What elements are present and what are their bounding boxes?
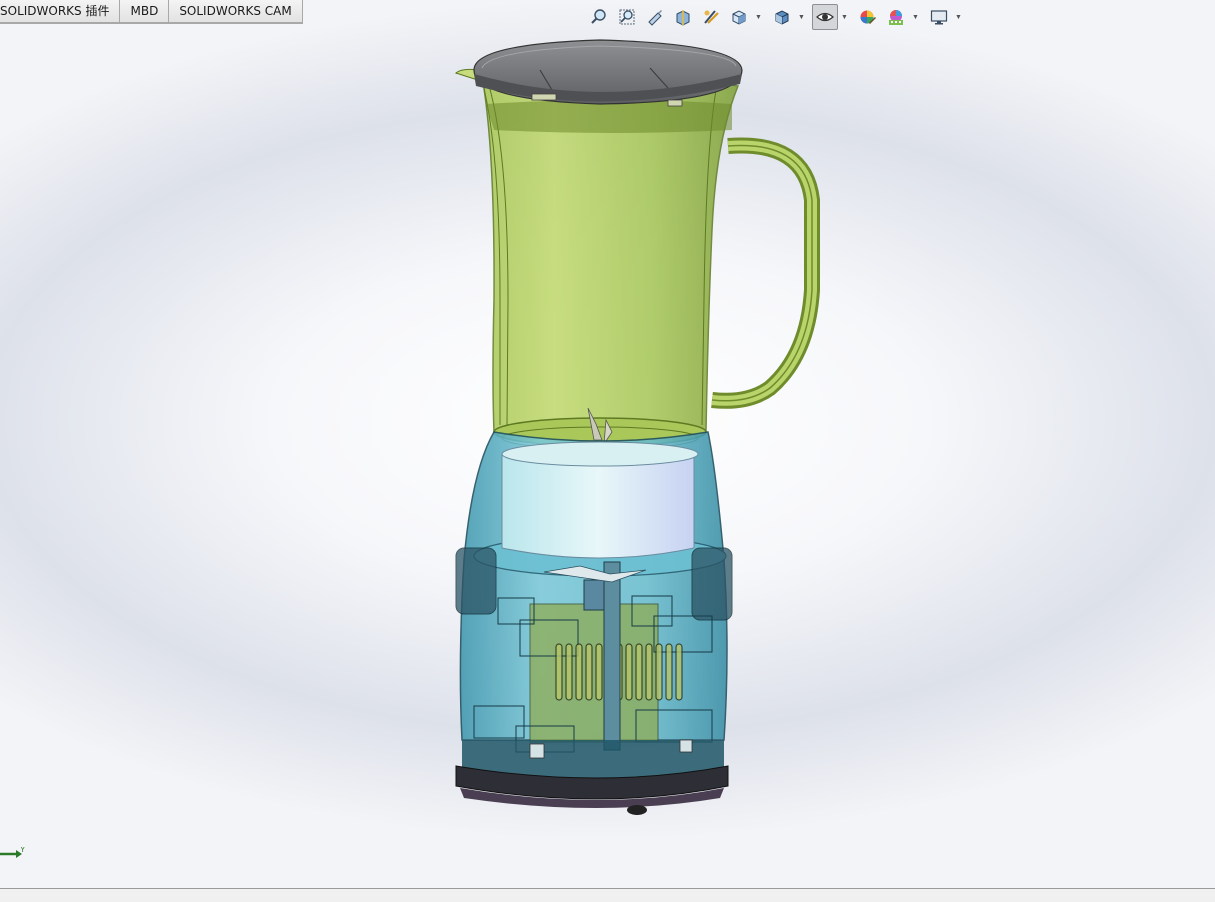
motor-base (455, 431, 733, 815)
motor-fin (555, 643, 563, 701)
tab-solidworks-cam[interactable]: SOLIDWORKS CAM (169, 0, 303, 23)
motor-fin (575, 643, 583, 701)
motor-fin (665, 643, 673, 701)
status-bar (0, 888, 1215, 902)
motor-fin (565, 643, 573, 701)
jar-lid (473, 39, 743, 107)
triad-y-label: Y (20, 847, 26, 854)
motor-fin (645, 643, 653, 701)
blender-jar (454, 68, 740, 450)
graphics-area[interactable]: Y (0, 24, 1215, 888)
motor-fin (595, 643, 603, 701)
motor-fin (625, 643, 633, 701)
motor-fin (585, 643, 593, 701)
motor-fin (675, 643, 683, 701)
command-manager-tabs: SOLIDWORKS 插件 MBD SOLIDWORKS CAM (0, 0, 303, 24)
motor-fin (635, 643, 643, 701)
jar-handle (711, 137, 820, 409)
motor-fin (655, 643, 663, 701)
reference-triad: Y (0, 847, 26, 858)
blender-model (454, 39, 820, 815)
tab-mbd[interactable]: MBD (120, 0, 170, 23)
tab-solidworks-addins[interactable]: SOLIDWORKS 插件 (0, 0, 121, 23)
